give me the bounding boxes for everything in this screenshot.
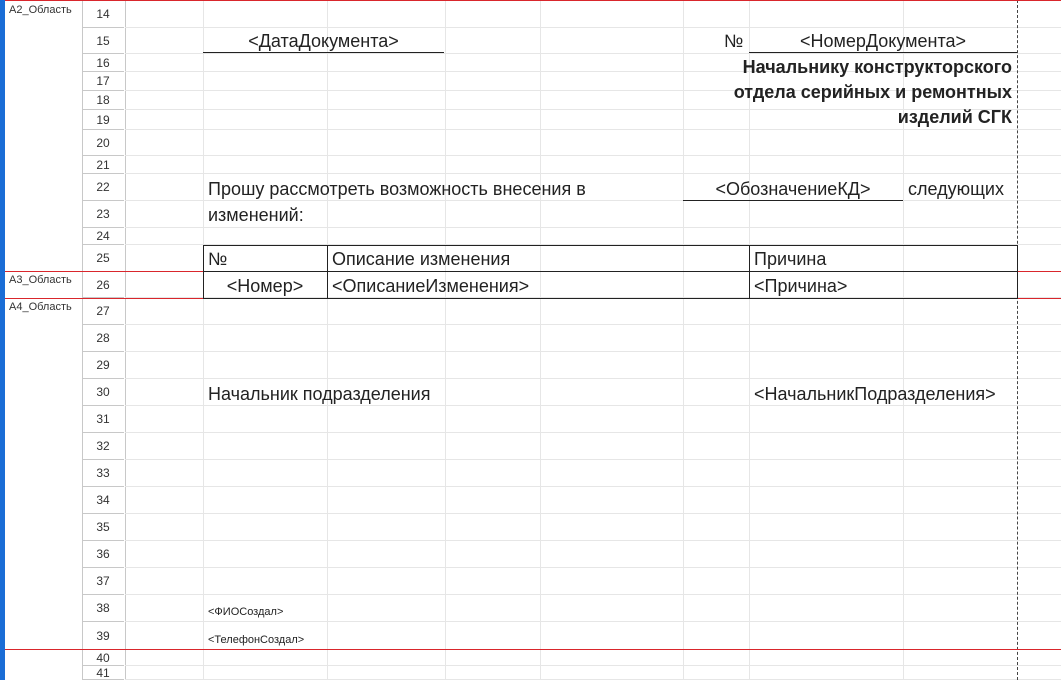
- grid-column-line: [540, 0, 541, 680]
- department-head-field[interactable]: <НачальникПодразделения>: [754, 384, 996, 405]
- row-header-40[interactable]: 40: [82, 650, 124, 666]
- creator-name-field[interactable]: <ФИОСоздал>: [208, 606, 283, 618]
- grid-row: [125, 325, 1061, 352]
- grid-row: [125, 130, 1061, 156]
- row-header-38[interactable]: 38: [82, 595, 124, 622]
- table-cell-reason[interactable]: <Причина>: [754, 276, 847, 297]
- row-header-23[interactable]: 23: [82, 201, 124, 228]
- table-cell-description[interactable]: <ОписаниеИзменения>: [332, 276, 529, 297]
- grid-column-line: [327, 0, 328, 680]
- table-column-divider: [749, 245, 750, 299]
- document-number-field[interactable]: <НомерДокумента>: [749, 31, 1017, 53]
- area-label-a4[interactable]: A4_Область: [9, 301, 72, 313]
- area-separator: [5, 649, 1061, 650]
- row-header-32[interactable]: 32: [82, 433, 124, 460]
- request-text-line-2: изменений:: [208, 205, 304, 225]
- grid-row: [125, 406, 1061, 433]
- spreadsheet-template[interactable]: A2_Область A3_Область A4_Область 14 15 1…: [0, 0, 1061, 680]
- row-header-25[interactable]: 25: [82, 245, 124, 272]
- grid-row: [125, 541, 1061, 568]
- grid-row: [125, 228, 1061, 245]
- row-header-36[interactable]: 36: [82, 541, 124, 568]
- grid-row: [125, 433, 1061, 460]
- row-header-33[interactable]: 33: [82, 460, 124, 487]
- table-header-description: Описание изменения: [332, 249, 511, 269]
- row-header-18[interactable]: 18: [82, 91, 124, 110]
- kd-designation-field[interactable]: <ОбозначениеКД>: [683, 179, 903, 201]
- row-header-29[interactable]: 29: [82, 352, 124, 379]
- grid-row: [125, 298, 1061, 325]
- row-header-31[interactable]: 31: [82, 406, 124, 433]
- grid-column-line: [445, 0, 446, 680]
- row-header-34[interactable]: 34: [82, 487, 124, 514]
- row-header-15[interactable]: 15: [82, 28, 124, 54]
- table-divider: [203, 271, 1018, 272]
- number-sign: №: [724, 31, 744, 51]
- table-header-number: №: [208, 249, 228, 269]
- addressee-line-3: изделий СГК: [897, 107, 1012, 127]
- table-cell-number[interactable]: <Номер>: [203, 276, 327, 297]
- row-header-37[interactable]: 37: [82, 568, 124, 595]
- row-header-39[interactable]: 39: [82, 622, 124, 650]
- request-text-line-1: Прошу рассмотреть возможность внесения в: [208, 179, 586, 199]
- grid-row: [125, 460, 1061, 487]
- grid-column-line: [203, 0, 204, 680]
- area-separator: [5, 0, 1061, 1]
- grid-row: [125, 650, 1061, 666]
- department-head-label: Начальник подразделения: [208, 384, 431, 404]
- grid-row: [125, 352, 1061, 379]
- request-text-following: следующих: [908, 179, 1004, 199]
- addressee-line-2: отдела серийных и ремонтных: [733, 82, 1012, 102]
- row-header-35[interactable]: 35: [82, 514, 124, 541]
- grid-row: [125, 487, 1061, 514]
- row-header-21[interactable]: 21: [82, 156, 124, 174]
- area-label-a3[interactable]: A3_Область: [9, 274, 72, 286]
- grid-row: [125, 0, 1061, 28]
- row-header-30[interactable]: 30: [82, 379, 124, 406]
- grid-row: [125, 514, 1061, 541]
- grid-row: [125, 666, 1061, 680]
- grid-row: [125, 568, 1061, 595]
- grid-column-line: [683, 0, 684, 680]
- grid-row: [125, 156, 1061, 174]
- row-header-22[interactable]: 22: [82, 174, 124, 201]
- row-header-19[interactable]: 19: [82, 110, 124, 130]
- date-field[interactable]: <ДатаДокумента>: [203, 31, 444, 53]
- page-break-line: [1017, 0, 1018, 680]
- row-header-24[interactable]: 24: [82, 228, 124, 245]
- row-header-28[interactable]: 28: [82, 325, 124, 352]
- row-header-41[interactable]: 41: [82, 666, 124, 680]
- area-label-a2[interactable]: A2_Область: [9, 4, 72, 16]
- table-header-reason: Причина: [754, 249, 827, 269]
- row-header-14[interactable]: 14: [82, 0, 124, 28]
- row-header-26[interactable]: 26: [82, 272, 124, 298]
- area-column: A2_Область A3_Область A4_Область: [5, 0, 83, 650]
- table-column-divider: [327, 245, 328, 299]
- row-header-17[interactable]: 17: [82, 72, 124, 91]
- addressee-line-1: Начальнику конструкторского: [742, 57, 1012, 77]
- row-header-27[interactable]: 27: [82, 298, 124, 325]
- row-header-20[interactable]: 20: [82, 130, 124, 156]
- creator-phone-field[interactable]: <ТелефонСоздал>: [208, 634, 304, 646]
- row-header-16[interactable]: 16: [82, 54, 124, 72]
